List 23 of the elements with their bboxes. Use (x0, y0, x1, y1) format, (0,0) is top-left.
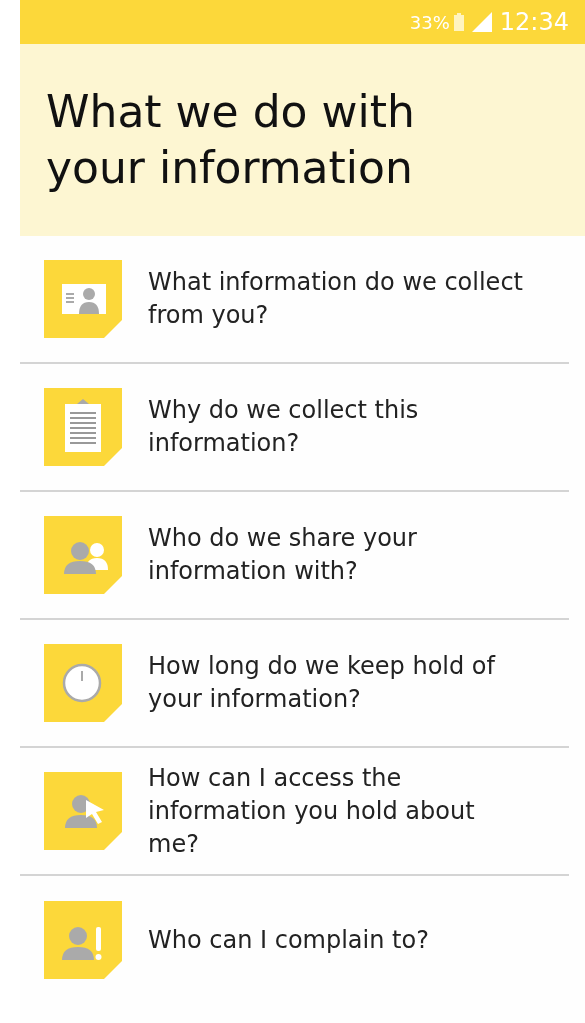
menu-item[interactable]: Who do we share your information with? (20, 492, 569, 620)
clipboard-icon (44, 388, 122, 466)
menu-item-label: How long do we keep hold of your information? (148, 651, 497, 715)
person-exclamation-icon (44, 901, 122, 979)
people-icon (44, 516, 122, 594)
person-cursor-icon (44, 772, 122, 850)
id-card-icon (44, 260, 122, 338)
clock-icon (44, 644, 122, 722)
menu-item-label: Why do we collect this information? (148, 395, 420, 459)
menu-item[interactable]: Who can I complain to? (20, 876, 569, 1004)
menu-item[interactable]: How can I access the information you hold about me? (20, 748, 569, 876)
signal-icon (471, 12, 492, 32)
battery-icon (453, 13, 464, 31)
battery-percent: 33% (409, 11, 450, 33)
menu-item[interactable]: What information do we collect from you? (20, 236, 569, 364)
menu-item-label: Who do we share your information with? (148, 523, 418, 587)
menu-item-label: What information do we collect from you? (148, 267, 524, 331)
menu-item-label: Who can I complain to? (148, 924, 430, 956)
clock-time: 12:34 (499, 8, 569, 36)
menu-item[interactable]: How long do we keep hold of your information? (20, 620, 569, 748)
menu-item[interactable]: Why do we collect this information? (20, 364, 569, 492)
menu-item-label: How can I access the information you hold about me? (148, 762, 476, 860)
page-title: What we do with your information (46, 85, 416, 195)
